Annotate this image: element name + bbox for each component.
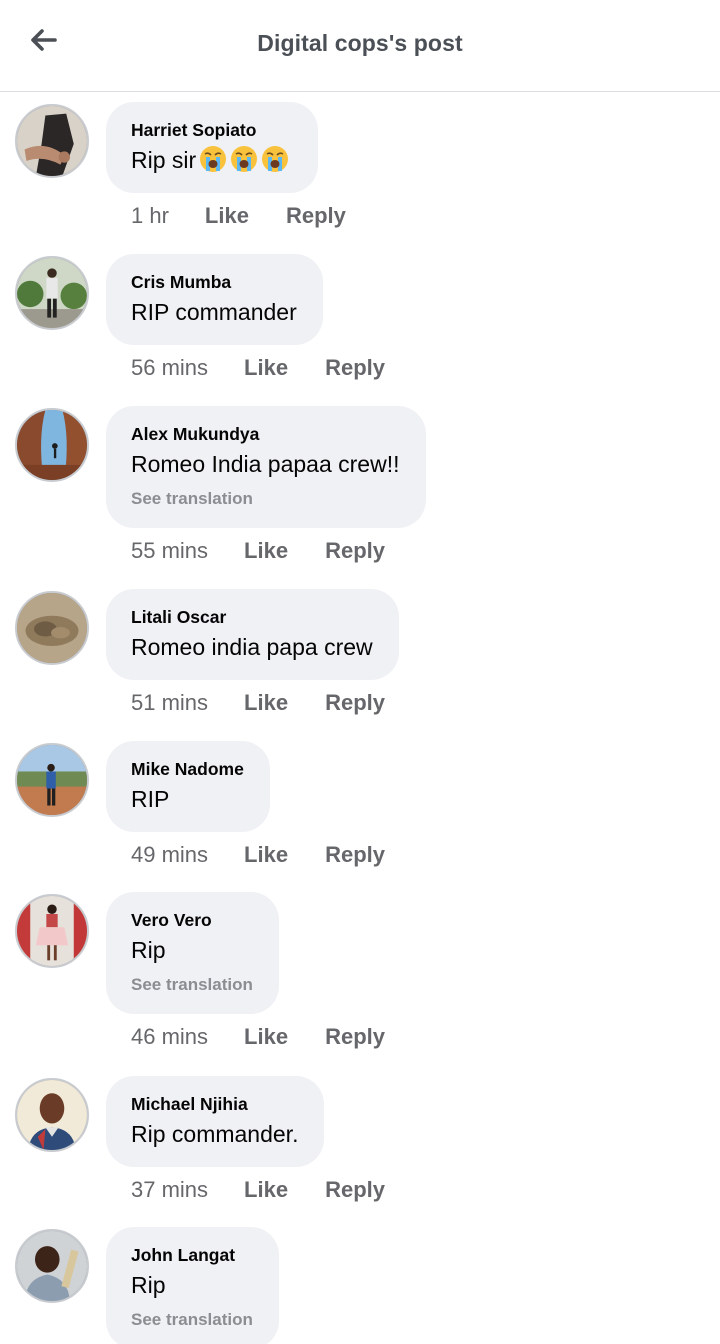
comment-text: Rip sir	[131, 145, 292, 175]
comment-bubble[interactable]: Cris Mumba RIP commander	[106, 254, 323, 345]
comment-bubble[interactable]: Litali Oscar Romeo india papa crew	[106, 589, 399, 680]
comment-bubble[interactable]: Harriet Sopiato Rip sir	[106, 102, 319, 193]
reply-button[interactable]: Reply	[325, 1177, 385, 1203]
like-button[interactable]: Like	[244, 538, 288, 564]
comment-bubble[interactable]: Alex Mukundya Romeo India papaa crew!! S…	[106, 406, 426, 528]
like-button[interactable]: Like	[244, 355, 288, 381]
loudly-crying-face-icon	[230, 145, 258, 173]
comment-author[interactable]: Alex Mukundya	[131, 423, 400, 445]
comment-actions: 1 hr Like Reply	[131, 201, 346, 231]
comment-actions: 49 mins Like Reply	[131, 840, 385, 870]
comment-author[interactable]: Mike Nadome	[131, 758, 244, 780]
like-button[interactable]: Like	[244, 1177, 288, 1203]
comment-text: Romeo India papaa crew!!	[131, 451, 400, 477]
like-button[interactable]: Like	[244, 1024, 288, 1050]
like-button[interactable]: Like	[205, 203, 249, 229]
avatar[interactable]	[15, 104, 89, 178]
like-button[interactable]: Like	[244, 842, 288, 868]
comment-author[interactable]: Michael Njihia	[131, 1093, 298, 1115]
comment-actions: 46 mins Like Reply	[131, 1022, 385, 1052]
avatar[interactable]	[15, 256, 89, 330]
reply-button[interactable]: Reply	[325, 690, 385, 716]
comment-actions: 56 mins Like Reply	[131, 353, 385, 383]
reply-button[interactable]: Reply	[286, 203, 346, 229]
avatar[interactable]	[15, 1229, 89, 1303]
see-translation-link[interactable]: See translation	[131, 488, 400, 510]
reply-button[interactable]: Reply	[325, 842, 385, 868]
comment-text: Rip	[131, 1272, 166, 1298]
comment-bubble[interactable]: Vero Vero Rip See translation	[106, 892, 279, 1014]
comment-author[interactable]: Vero Vero	[131, 909, 253, 931]
comment-actions: 55 mins Like Reply	[131, 536, 385, 566]
see-translation-link[interactable]: See translation	[131, 1309, 253, 1331]
reply-button[interactable]: Reply	[325, 355, 385, 381]
comment-timestamp[interactable]: 37 mins	[131, 1177, 208, 1203]
avatar[interactable]	[15, 408, 89, 482]
comment-bubble[interactable]: Michael Njihia Rip commander.	[106, 1076, 325, 1167]
see-translation-link[interactable]: See translation	[131, 974, 253, 996]
comment-text: Romeo india papa crew	[131, 634, 373, 660]
comment-text: RIP	[131, 786, 170, 812]
comment-bubble[interactable]: Mike Nadome RIP	[106, 741, 270, 832]
comment-author[interactable]: Cris Mumba	[131, 271, 297, 293]
like-button[interactable]: Like	[244, 690, 288, 716]
comment-author[interactable]: Harriet Sopiato	[131, 119, 292, 141]
page-title: Digital cops's post	[257, 30, 463, 56]
top-bar: Digital cops's post	[0, 0, 720, 92]
loudly-crying-face-icon	[261, 145, 289, 173]
comment-timestamp[interactable]: 56 mins	[131, 355, 208, 381]
avatar[interactable]	[15, 743, 89, 817]
comment-timestamp[interactable]: 51 mins	[131, 690, 208, 716]
comment-timestamp[interactable]: 55 mins	[131, 538, 208, 564]
avatar[interactable]	[15, 1078, 89, 1152]
comment-actions: 51 mins Like Reply	[131, 688, 385, 718]
reply-button[interactable]: Reply	[325, 1024, 385, 1050]
comment-bubble[interactable]: John Langat Rip See translation	[106, 1227, 279, 1344]
comment-text: Rip commander.	[131, 1121, 299, 1147]
comment-text: RIP commander	[131, 299, 297, 325]
comment-author[interactable]: Litali Oscar	[131, 606, 373, 628]
comment-actions: 37 mins Like Reply	[131, 1175, 385, 1205]
comment-timestamp[interactable]: 1 hr	[131, 203, 169, 229]
comment-text: Rip	[131, 937, 166, 963]
comment-timestamp[interactable]: 46 mins	[131, 1024, 208, 1050]
comment-author[interactable]: John Langat	[131, 1244, 253, 1266]
reply-button[interactable]: Reply	[325, 538, 385, 564]
avatar[interactable]	[15, 894, 89, 968]
avatar[interactable]	[15, 591, 89, 665]
comment-timestamp[interactable]: 49 mins	[131, 842, 208, 868]
loudly-crying-face-icon	[199, 145, 227, 173]
